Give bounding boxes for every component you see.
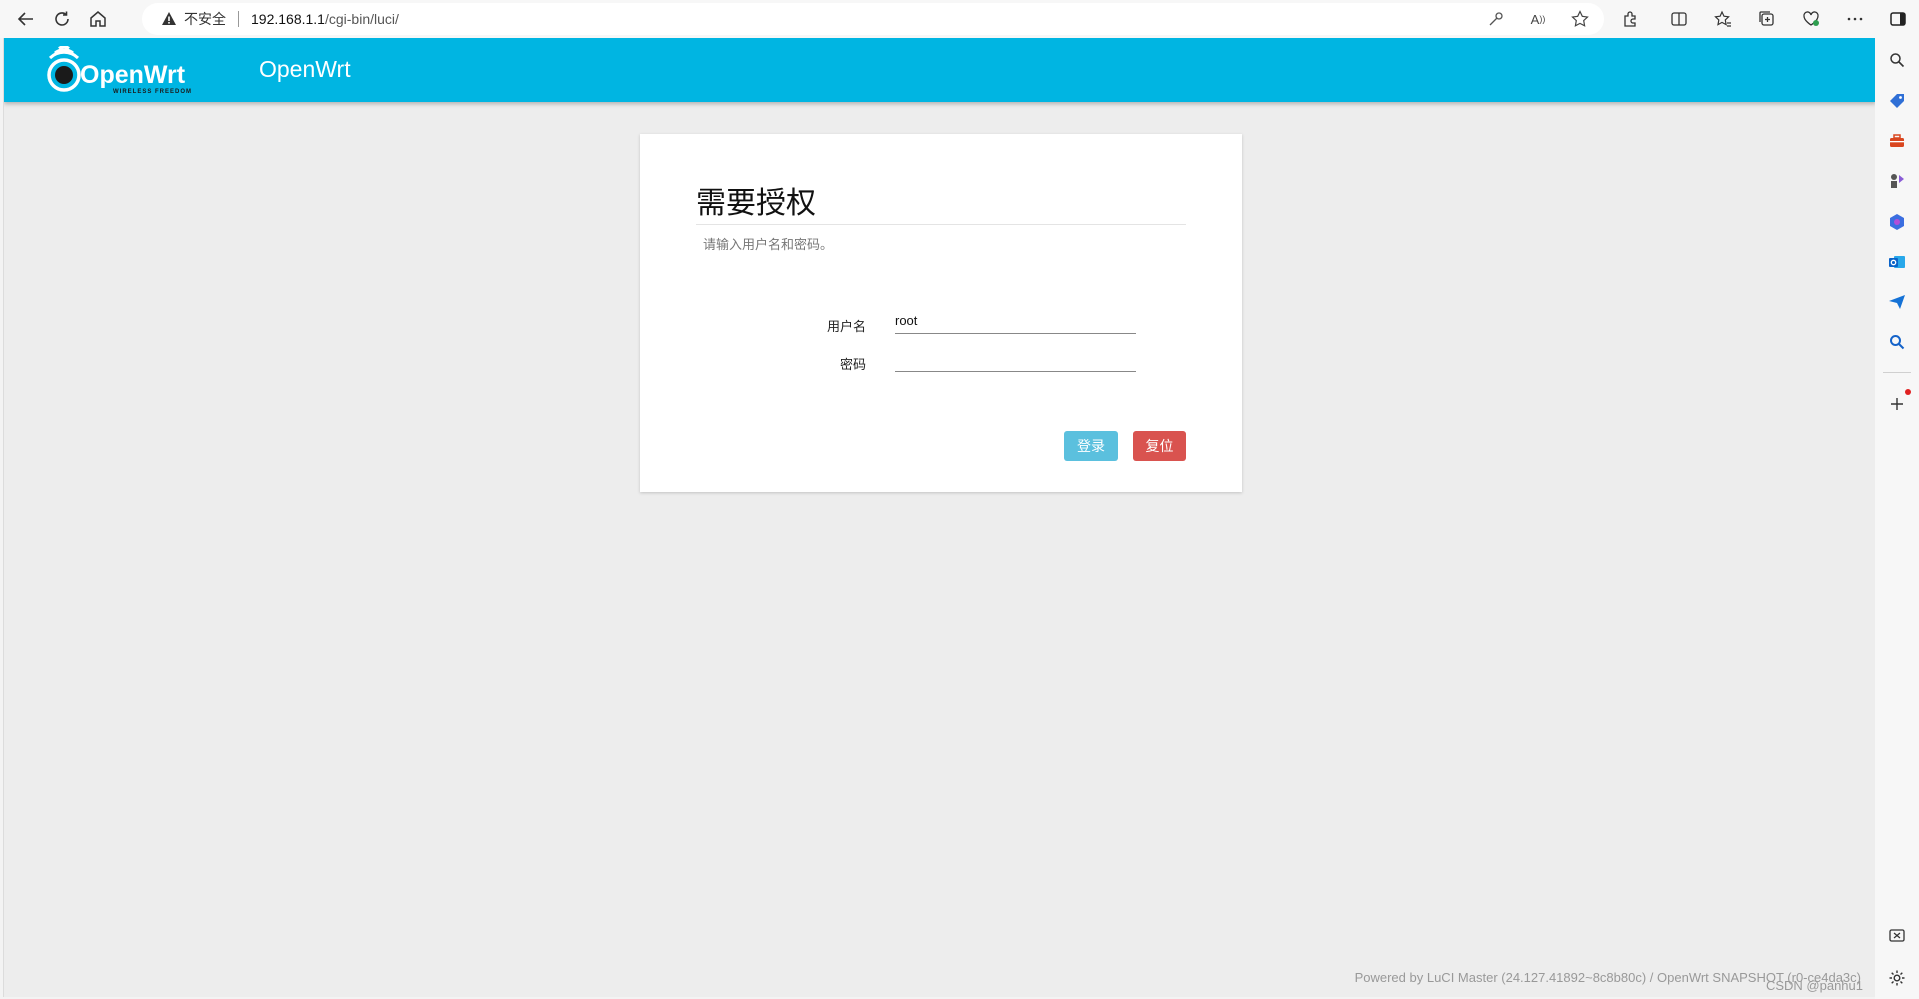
page-viewport: OpenWrt WIRELESS FREEDOM OpenWrt 需要授权 请输… — [3, 38, 1875, 997]
split-screen-icon[interactable] — [1665, 5, 1693, 33]
title-divider — [696, 224, 1186, 225]
reset-button[interactable]: 复位 — [1133, 431, 1186, 461]
shopping-tag-icon[interactable] — [1885, 89, 1909, 113]
bing-search-icon[interactable] — [1885, 330, 1909, 354]
home-icon[interactable] — [84, 5, 112, 33]
login-card: 需要授权 请输入用户名和密码。 用户名 密码 登录 复位 — [640, 134, 1242, 492]
browser-essentials-icon[interactable] — [1797, 5, 1825, 33]
sidebar-toggle-icon[interactable] — [1884, 5, 1912, 33]
address-bar[interactable]: 不安全 192.168.1.1/cgi-bin/luci/ A)) — [142, 3, 1604, 35]
browser-toolbar: 不安全 192.168.1.1/cgi-bin/luci/ A)) — [0, 0, 1919, 38]
add-icon[interactable] — [1885, 392, 1909, 416]
send-icon[interactable] — [1885, 290, 1909, 314]
svg-text:WIRELESS FREEDOM: WIRELESS FREEDOM — [113, 89, 192, 95]
url-host[interactable]: 192.168.1.1 — [251, 11, 325, 27]
notification-dot — [1905, 389, 1911, 395]
login-button[interactable]: 登录 — [1064, 431, 1118, 461]
sidebar-separator — [1883, 372, 1911, 373]
warning-icon[interactable] — [160, 10, 178, 28]
svg-text:OpenWrt: OpenWrt — [80, 61, 186, 89]
browser-sidebar — [1875, 38, 1919, 999]
address-separator — [238, 11, 239, 27]
brand-title[interactable]: OpenWrt — [259, 56, 351, 83]
favorites-icon[interactable] — [1709, 5, 1737, 33]
key-icon[interactable] — [1484, 7, 1508, 31]
password-label: 密码 — [839, 357, 866, 372]
copilot-icon[interactable] — [1885, 210, 1909, 234]
settings-gear-icon[interactable] — [1885, 966, 1909, 990]
url-path[interactable]: /cgi-bin/luci/ — [325, 11, 399, 27]
watermark: CSDN @panhu1 — [1765, 978, 1863, 993]
login-description: 请输入用户名和密码。 — [703, 237, 834, 252]
read-aloud-icon[interactable]: A)) — [1526, 7, 1550, 31]
address-icons: A)) — [1484, 3, 1592, 35]
openwrt-header: OpenWrt WIRELESS FREEDOM OpenWrt — [4, 38, 1875, 102]
login-title: 需要授权 — [696, 187, 816, 220]
password-field[interactable] — [895, 346, 1136, 372]
more-menu-icon[interactable] — [1841, 5, 1869, 33]
games-icon[interactable] — [1885, 169, 1909, 193]
favorite-star-icon[interactable] — [1568, 7, 1592, 31]
username-label: 用户名 — [826, 319, 866, 334]
username-field[interactable] — [895, 308, 1136, 334]
outlook-icon[interactable] — [1885, 250, 1909, 274]
collections-icon[interactable] — [1753, 5, 1781, 33]
extensions-icon[interactable] — [1616, 5, 1644, 33]
toolbox-icon[interactable] — [1885, 129, 1909, 153]
screenshot-icon[interactable] — [1885, 924, 1909, 948]
search-icon[interactable] — [1885, 48, 1909, 72]
openwrt-logo[interactable]: OpenWrt WIRELESS FREEDOM — [42, 45, 212, 96]
back-arrow-icon[interactable] — [12, 5, 40, 33]
insecure-label[interactable]: 不安全 — [184, 9, 226, 29]
refresh-icon[interactable] — [48, 5, 76, 33]
